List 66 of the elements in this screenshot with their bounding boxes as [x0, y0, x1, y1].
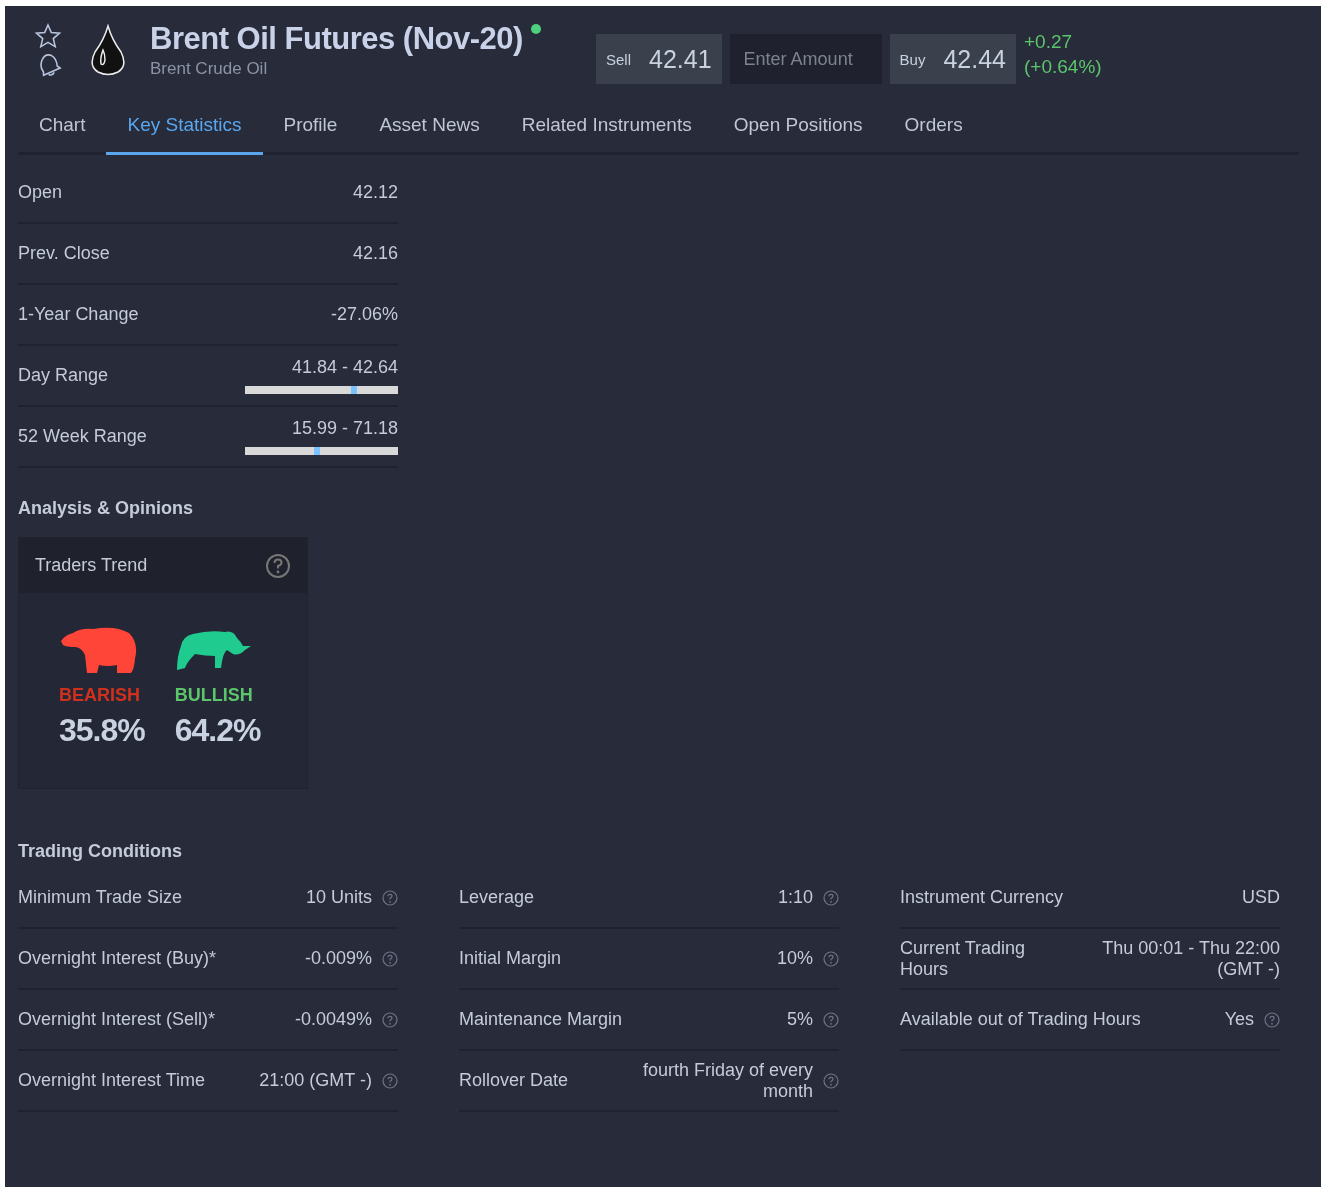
stat-value: 41.84 - 42.64	[291, 357, 398, 378]
condition-label: Overnight Interest (Buy)*	[18, 948, 218, 969]
condition-value: Yes	[1224, 1009, 1254, 1030]
bear-icon	[59, 625, 137, 675]
stat-label: Prev. Close	[18, 243, 110, 264]
stat-label: 52 Week Range	[18, 426, 147, 447]
sell-button[interactable]: Sell 42.41	[596, 34, 722, 84]
help-icon[interactable]	[823, 950, 839, 967]
condition-value: -0.009%	[304, 948, 372, 969]
condition-value: -0.0049%	[294, 1009, 372, 1030]
star-icon[interactable]	[34, 23, 62, 49]
stat-label: 1-Year Change	[18, 304, 139, 325]
instrument-subtitle: Brent Crude Oil	[150, 59, 269, 79]
percent-change: (+0.64%)	[1024, 55, 1102, 79]
help-icon[interactable]	[823, 889, 839, 906]
section-heading: Trading Conditions	[18, 841, 183, 862]
condition-value: 10 Units	[305, 887, 372, 908]
condition-label: Available out of Trading Hours	[900, 1009, 1142, 1030]
stat-value: 15.99 - 71.18	[291, 418, 398, 439]
condition-label: Overnight Interest (Sell)*	[18, 1009, 217, 1030]
condition-value: USD	[1242, 887, 1280, 908]
instrument-title: Brent Oil Futures (Nov-20)	[150, 21, 523, 57]
condition-label: Minimum Trade Size	[18, 887, 184, 908]
condition-label: Maintenance Margin	[459, 1009, 624, 1030]
tab[interactable]: Profile	[262, 98, 359, 155]
price-change: +0.27	[1024, 30, 1074, 55]
condition-value: fourth Friday of every month	[641, 1059, 813, 1102]
trend-label: BULLISH	[174, 685, 253, 706]
help-icon[interactable]	[1264, 1011, 1280, 1028]
help-icon[interactable]	[382, 889, 398, 906]
condition-value: 1:10	[777, 887, 813, 908]
tab[interactable]: Open Positions	[712, 98, 884, 155]
stat-value: 42.12	[352, 182, 398, 203]
condition-label: Current Trading Hours	[900, 937, 1027, 980]
stat-label: Open	[18, 182, 63, 203]
tab[interactable]: Key Statistics	[106, 98, 263, 155]
tab[interactable]: Related Instruments	[500, 98, 713, 155]
buy-button[interactable]: Buy 42.44	[889, 34, 1016, 84]
trend-percent: 35.8%	[59, 712, 145, 749]
condition-label: Rollover Date	[459, 1070, 570, 1091]
condition-label: Overnight Interest Time	[18, 1070, 207, 1091]
condition-value: 10%	[776, 948, 813, 969]
amount-field[interactable]: Enter Amount	[729, 34, 882, 84]
stat-label: Day Range	[18, 365, 109, 386]
help-icon[interactable]	[823, 1072, 839, 1089]
condition-value: 21:00 (GMT -)	[259, 1070, 372, 1091]
tab[interactable]: Orders	[883, 98, 984, 155]
condition-value: 5%	[787, 1009, 813, 1030]
tab[interactable]: Chart	[18, 98, 107, 155]
oil-drop-icon	[88, 24, 128, 76]
condition-value: Thu 00:01 - Thu 22:00 (GMT -)	[1101, 937, 1280, 980]
help-icon[interactable]	[382, 1072, 398, 1089]
section-heading: Analysis & Opinions	[18, 498, 195, 519]
tab[interactable]: Asset News	[358, 98, 501, 155]
help-icon[interactable]	[382, 950, 398, 967]
stat-value: -27.06%	[330, 304, 398, 325]
card-title: Traders Trend	[35, 555, 148, 576]
stat-value: 42.16	[352, 243, 398, 264]
condition-label: Instrument Currency	[900, 887, 1065, 908]
help-icon[interactable]	[382, 1011, 398, 1028]
condition-label: Initial Margin	[459, 948, 563, 969]
condition-label: Leverage	[459, 887, 536, 908]
trend-label: BEARISH	[59, 685, 140, 706]
help-icon[interactable]	[265, 552, 291, 579]
trend-percent: 64.2%	[174, 712, 261, 749]
help-icon[interactable]	[823, 1011, 839, 1028]
